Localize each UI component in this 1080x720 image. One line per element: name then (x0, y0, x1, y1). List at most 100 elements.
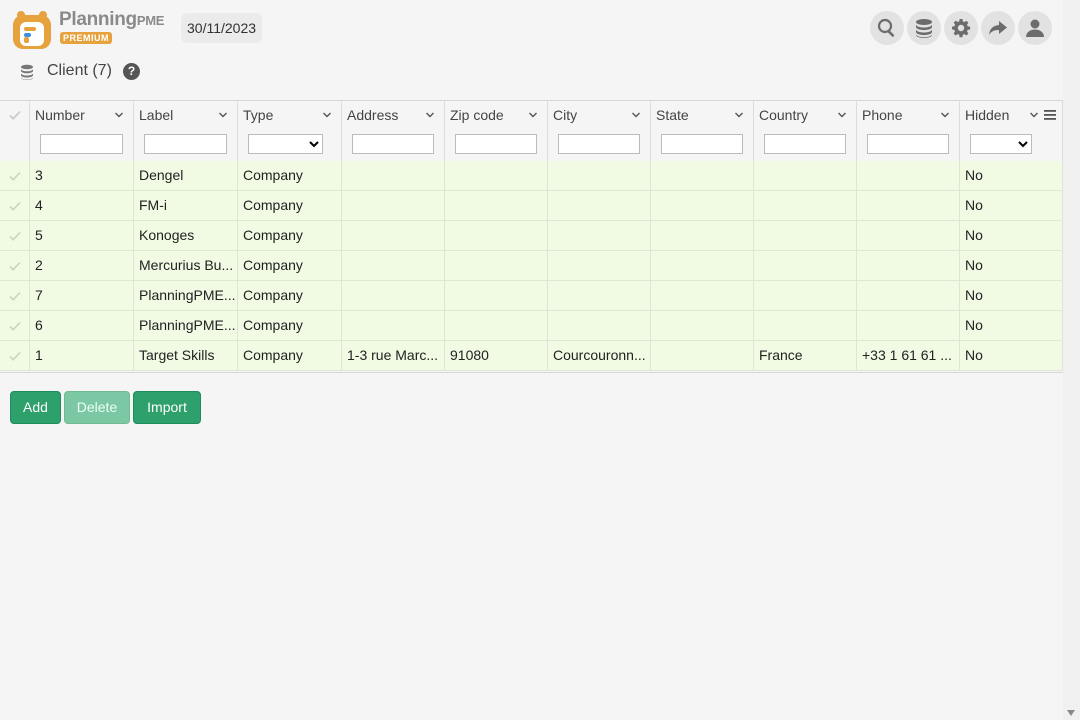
column-label-label: Label (139, 107, 174, 123)
chevron-down-icon[interactable] (322, 110, 332, 120)
current-date[interactable]: 30/11/2023 (181, 13, 263, 43)
app-logo[interactable]: PlanningPME PREMIUM (12, 7, 170, 49)
chevron-down-icon[interactable] (837, 110, 847, 120)
cell-state (651, 311, 754, 340)
row-select-cell[interactable] (0, 341, 30, 370)
cell-zip (445, 251, 548, 280)
cell-zip (445, 311, 548, 340)
filter-input-zip[interactable] (455, 134, 537, 154)
table-row[interactable]: 2 Mercurius Bu... Company No (0, 251, 1063, 281)
top-bar: PlanningPME PREMIUM 30/11/2023 (0, 0, 1063, 56)
database-icon (21, 64, 33, 80)
row-select-cell[interactable] (0, 161, 30, 190)
cell-phone (857, 191, 960, 220)
column-label-country: Country (759, 107, 809, 123)
cell-zip (445, 221, 548, 250)
select-all-cell[interactable] (0, 101, 30, 161)
cell-address (342, 221, 445, 250)
chevron-down-icon[interactable] (114, 110, 124, 120)
filter-input-number[interactable] (40, 134, 123, 154)
row-select-cell[interactable] (0, 221, 30, 250)
chevron-down-icon[interactable] (528, 110, 538, 120)
column-header-country[interactable]: Country (754, 101, 857, 161)
cell-country (754, 191, 857, 220)
cell-label: Target Skills (134, 341, 238, 370)
settings-button[interactable] (944, 11, 978, 45)
cell-label: PlanningPME... (134, 311, 238, 340)
database-button[interactable] (907, 11, 941, 45)
cell-type: Company (238, 251, 342, 280)
row-select-cell[interactable] (0, 191, 30, 220)
cell-country (754, 311, 857, 340)
add-button[interactable]: Add (10, 391, 61, 424)
cell-phone (857, 161, 960, 190)
logo-suffix: PME (136, 13, 165, 28)
column-label-type: Type (243, 107, 274, 123)
column-label-city: City (553, 107, 578, 123)
table-row[interactable]: 7 PlanningPME... Company No (0, 281, 1063, 311)
share-button[interactable] (981, 11, 1015, 45)
row-select-cell[interactable] (0, 251, 30, 280)
cell-address (342, 251, 445, 280)
check-icon (9, 110, 21, 120)
filter-select-type[interactable] (248, 134, 323, 154)
cell-hidden: No (960, 341, 1063, 370)
chevron-down-icon[interactable] (940, 110, 950, 120)
check-icon (9, 231, 21, 241)
logo-mark-icon (13, 11, 51, 49)
filter-input-label[interactable] (144, 134, 227, 154)
column-header-type[interactable]: Type (238, 101, 342, 161)
column-header-state[interactable]: State (651, 101, 754, 161)
cell-type: Company (238, 191, 342, 220)
column-header-zip[interactable]: Zip code (445, 101, 548, 161)
column-header-phone[interactable]: Phone (857, 101, 960, 161)
cell-phone (857, 311, 960, 340)
row-select-cell[interactable] (0, 281, 30, 310)
cell-hidden: No (960, 191, 1063, 220)
vertical-scrollbar[interactable] (1063, 0, 1080, 720)
filter-input-state[interactable] (661, 134, 743, 154)
table-row[interactable]: 6 PlanningPME... Company No (0, 311, 1063, 341)
cell-label: Dengel (134, 161, 238, 190)
filter-input-phone[interactable] (867, 134, 949, 154)
chevron-down-icon[interactable] (218, 110, 228, 120)
row-select-cell[interactable] (0, 311, 30, 340)
cell-city: Courcouronn... (548, 341, 651, 370)
chevron-down-icon[interactable] (1029, 110, 1039, 120)
filter-select-hidden[interactable] (970, 134, 1032, 154)
check-icon (9, 201, 21, 211)
column-header-city[interactable]: City (548, 101, 651, 161)
cell-zip (445, 161, 548, 190)
import-button[interactable]: Import (133, 391, 201, 424)
cell-hidden: No (960, 161, 1063, 190)
delete-button[interactable]: Delete (64, 391, 130, 424)
scroll-down-arrow-icon[interactable] (1067, 710, 1075, 716)
column-header-address[interactable]: Address (342, 101, 445, 161)
column-header-label[interactable]: Label (134, 101, 238, 161)
column-menu-icon[interactable] (1044, 110, 1056, 120)
client-table: Number Label Type Address Zip code City State C… (0, 100, 1063, 373)
filter-input-country[interactable] (764, 134, 846, 154)
column-label-hidden: Hidden (965, 107, 1010, 123)
page-title: Client (7) (47, 62, 112, 79)
cell-hidden: No (960, 311, 1063, 340)
chevron-down-icon[interactable] (425, 110, 435, 120)
column-header-hidden[interactable]: Hidden (960, 101, 1063, 161)
column-label-state: State (656, 107, 689, 123)
cell-address (342, 311, 445, 340)
table-row[interactable]: 1 Target Skills Company 1-3 rue Marc... 9108… (0, 341, 1063, 371)
column-header-number[interactable]: Number (30, 101, 134, 161)
chevron-down-icon[interactable] (734, 110, 744, 120)
filter-input-address[interactable] (352, 134, 434, 154)
help-icon[interactable]: ? (123, 63, 140, 80)
table-row[interactable]: 5 Konoges Company No (0, 221, 1063, 251)
table-row[interactable]: 4 FM-i Company No (0, 191, 1063, 221)
search-button[interactable] (870, 11, 904, 45)
page-header: Client (7) ? (0, 56, 1063, 100)
user-button[interactable] (1018, 11, 1052, 45)
cell-zip (445, 281, 548, 310)
filter-input-city[interactable] (558, 134, 640, 154)
cell-phone (857, 221, 960, 250)
table-row[interactable]: 3 Dengel Company No (0, 161, 1063, 191)
chevron-down-icon[interactable] (631, 110, 641, 120)
